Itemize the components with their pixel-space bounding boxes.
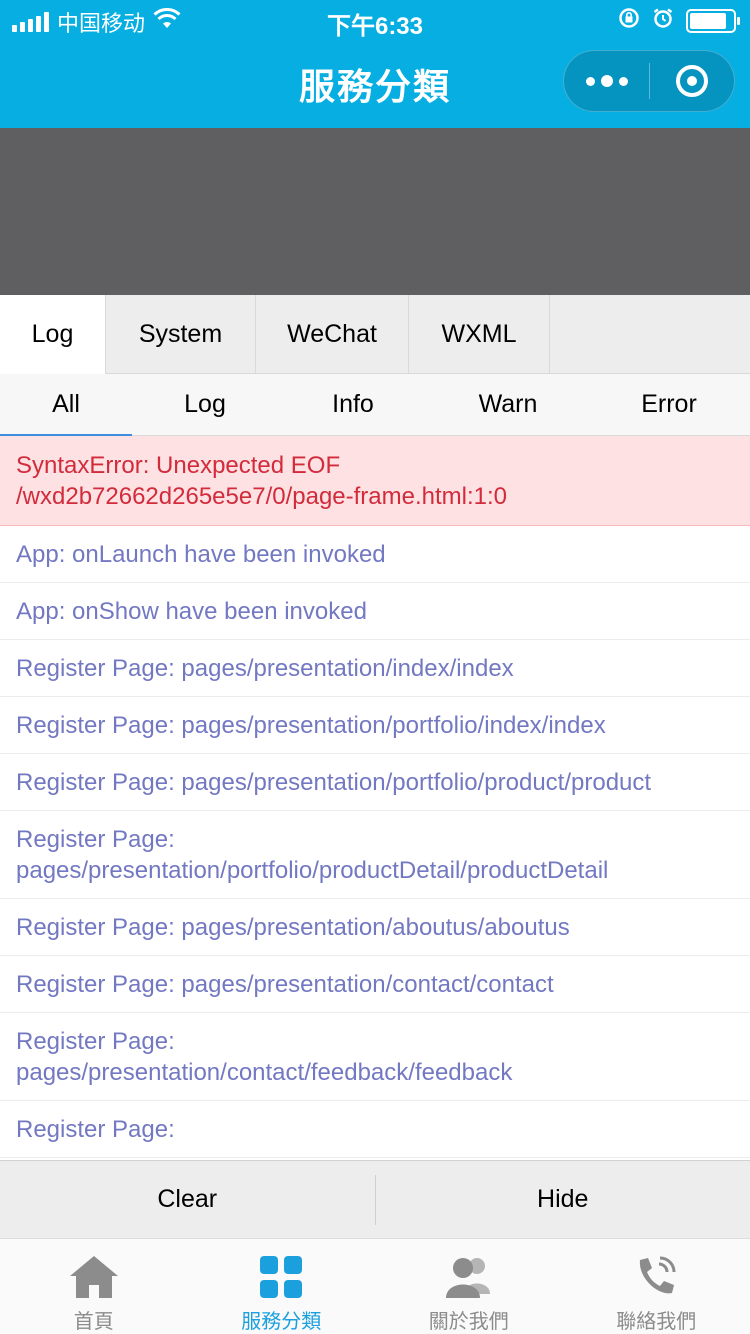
battery-icon: [686, 8, 740, 33]
nav-bar: 服務分類: [0, 40, 750, 128]
more-button[interactable]: [564, 51, 649, 111]
log-text-line: Register Page: pages/presentation/index/…: [16, 655, 514, 682]
filter-error[interactable]: Error: [588, 374, 750, 435]
tabbar-item-contact[interactable]: 聯絡我們: [563, 1239, 750, 1334]
tab-wechat[interactable]: WeChat: [256, 295, 409, 374]
hide-button[interactable]: Hide: [376, 1161, 750, 1239]
log-level-filters: All Log Info Warn Error: [0, 374, 750, 436]
battery-level: [690, 12, 726, 29]
clear-button[interactable]: Clear: [0, 1161, 375, 1239]
log-text-line: Register Page: pages/presentation/portfo…: [16, 769, 652, 796]
log-text-line: Register Page:: [16, 1116, 175, 1143]
log-entry: Register Page: pages/presentation/portfo…: [0, 754, 750, 811]
log-text-line: SyntaxError: Unexpected EOF: [16, 452, 341, 479]
status-bar: 中国移动 下午6:33: [0, 0, 750, 40]
filter-log[interactable]: Log: [132, 374, 278, 435]
close-mini-program-button[interactable]: [650, 51, 734, 111]
log-list[interactable]: SyntaxError: Unexpected EOF/wxd2b72662d2…: [0, 436, 750, 1159]
tab-log[interactable]: Log: [0, 295, 106, 374]
tabbar-item-about[interactable]: 關於我們: [375, 1239, 563, 1334]
filter-info[interactable]: Info: [278, 374, 428, 435]
tabbar-label: 首頁: [73, 1311, 114, 1333]
log-entry: Register Page: pages/presentation/portfo…: [0, 697, 750, 754]
log-text-line: App: onShow have been invoked: [16, 598, 367, 625]
more-dots-icon: [600, 75, 613, 87]
log-text-line: Register Page:: [16, 826, 175, 853]
page-content-backdrop: [0, 128, 750, 295]
log-text-line: App: onLaunch have been invoked: [16, 541, 386, 568]
log-entry: Register Page: pages/presentation/portfol…: [0, 811, 750, 899]
log-entry: App: onShow have been invoked: [0, 583, 750, 640]
log-entry: Register Page: pages/presentation/contact…: [0, 1013, 750, 1101]
tab-wxml[interactable]: WXML: [409, 295, 550, 374]
tabbar-label: 關於我們: [428, 1311, 509, 1333]
status-right: [618, 7, 740, 34]
log-entry: Register Page:: [0, 1101, 750, 1158]
console-tabs: Log System WeChat WXML: [0, 295, 750, 374]
log-entry: Register Page: pages/presentation/index/…: [0, 640, 750, 697]
home-icon: [68, 1253, 120, 1301]
log-entry: App: onLaunch have been invoked: [0, 526, 750, 583]
alarm-icon: [652, 7, 674, 34]
grid-icon: [255, 1253, 307, 1301]
log-text-line: Register Page: pages/presentation/portfo…: [16, 712, 606, 739]
log-text-line: pages/presentation/contact/feedback/feed…: [16, 1059, 513, 1086]
error-log-entry: SyntaxError: Unexpected EOF/wxd2b72662d2…: [0, 436, 750, 526]
filter-all[interactable]: All: [0, 374, 132, 436]
orientation-lock-icon: [618, 7, 640, 34]
more-dots-icon: [618, 76, 628, 86]
log-text-line: Register Page: pages/presentation/contac…: [16, 971, 554, 998]
debug-console-panel: Log System WeChat WXML All Log Info Warn…: [0, 295, 750, 1238]
console-actions: Clear Hide: [0, 1160, 750, 1238]
log-entry: Register Page: pages/presentation/contac…: [0, 956, 750, 1013]
filter-warn[interactable]: Warn: [428, 374, 588, 435]
bottom-tab-bar: 首頁 服務分類 關於我們 聯絡我們: [0, 1238, 750, 1334]
mini-program-capsule: [563, 50, 735, 112]
tabbar-label: 聯絡我們: [616, 1311, 697, 1333]
log-text-line: Register Page: pages/presentation/aboutu…: [16, 914, 570, 941]
tab-system[interactable]: System: [106, 295, 256, 374]
log-text-line: pages/presentation/portfolio/productDeta…: [16, 857, 609, 884]
tabbar-item-services[interactable]: 服務分類: [188, 1239, 376, 1334]
more-dots-icon: [585, 76, 595, 86]
tabbar-item-home[interactable]: 首頁: [0, 1239, 188, 1334]
users-icon: [443, 1253, 495, 1301]
tabbar-label: 服務分類: [241, 1311, 322, 1333]
log-text-line: Register Page:: [16, 1028, 175, 1055]
log-entry: Register Page: pages/presentation/aboutu…: [0, 899, 750, 956]
target-icon: [675, 65, 708, 97]
log-text-line: /wxd2b72662d265e5e7/0/page-frame.html:1:…: [16, 483, 508, 510]
phone-icon: [630, 1253, 682, 1301]
